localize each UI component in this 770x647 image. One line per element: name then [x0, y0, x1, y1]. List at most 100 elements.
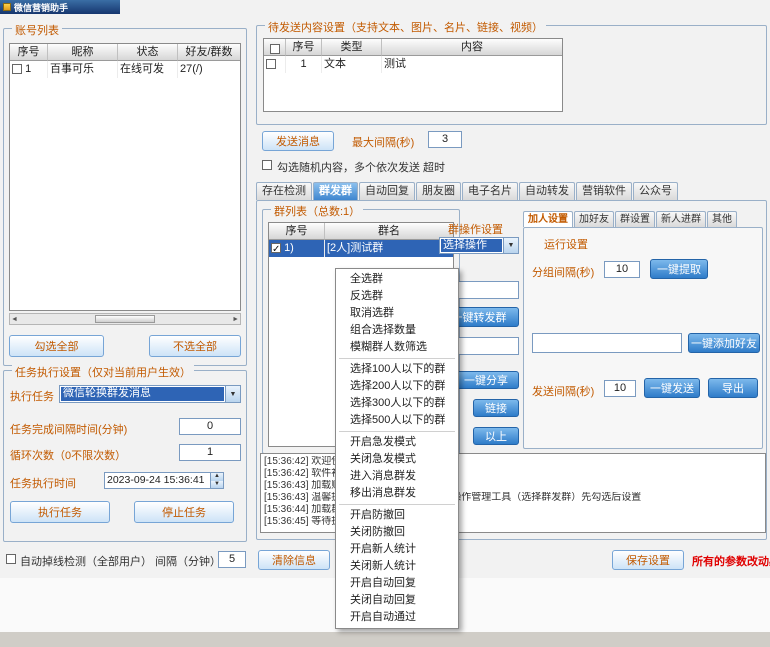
group-checkbox[interactable]: [271, 243, 281, 253]
scroll-right-icon[interactable]: ►: [232, 316, 239, 323]
tab-add-people[interactable]: 加人设置: [523, 211, 573, 227]
stop-task-button[interactable]: 停止任务: [134, 501, 234, 523]
menu-item[interactable]: 开启自动通过: [336, 609, 458, 626]
send-message-button[interactable]: 发送消息: [262, 131, 334, 151]
ops-share-button[interactable]: 一键分享: [453, 371, 519, 389]
menu-item[interactable]: 模糊群人数筛选: [336, 339, 458, 356]
accounts-panel: 账号列表 序号 昵称 状态 好友/群数 1 百事可乐 在线可发 27(/) ◄ …: [3, 28, 247, 366]
loop-count-input[interactable]: 1: [179, 444, 241, 461]
menu-item[interactable]: 开启新人统计: [336, 541, 458, 558]
max-interval-input[interactable]: 3: [428, 131, 462, 148]
tab-auto-reply[interactable]: 自动回复: [359, 182, 415, 200]
clear-info-button[interactable]: 清除信息: [258, 550, 330, 570]
tab-exist-check[interactable]: 存在检测: [256, 182, 312, 200]
task-panel-title: 任务执行设置（仅对当前用户生效）: [12, 364, 194, 380]
menu-item[interactable]: 选择300人以下的群: [336, 395, 458, 412]
col-num: 序号: [10, 44, 48, 61]
check-all-button[interactable]: 勾选全部: [9, 335, 104, 357]
uncheck-all-button[interactable]: 不选全部: [149, 335, 241, 357]
group-name: [2人]测试群: [325, 240, 453, 257]
menu-item[interactable]: 关闭急发模式: [336, 451, 458, 468]
menu-item[interactable]: 关闭防撤回: [336, 524, 458, 541]
scroll-thumb[interactable]: [95, 315, 155, 323]
menu-item[interactable]: 进入消息群发: [336, 468, 458, 485]
tab-ecard[interactable]: 电子名片: [462, 182, 518, 200]
chevron-down-icon[interactable]: ▼: [503, 238, 518, 253]
add-friend-button[interactable]: 一键添加好友: [688, 333, 760, 353]
one-key-send-button[interactable]: 一键发送: [644, 378, 700, 398]
col-select: [264, 39, 286, 56]
accounts-table: 序号 昵称 状态 好友/群数 1 百事可乐 在线可发 27(/): [9, 43, 241, 311]
exec-task-combobox[interactable]: 微信轮换群发消息 ▼: [59, 385, 241, 403]
friend-input[interactable]: [532, 333, 682, 353]
chevron-down-icon[interactable]: ▼: [225, 386, 240, 402]
titlebar[interactable]: 微信营销助手: [0, 0, 120, 14]
account-nick: 百事可乐: [48, 61, 118, 78]
task-time-picker[interactable]: 2023-09-24 15:36:41 ▲▼: [104, 472, 224, 489]
menu-item[interactable]: 反选群: [336, 288, 458, 305]
exec-task-label: 执行任务: [10, 388, 54, 404]
spinner-icon[interactable]: ▲▼: [210, 473, 223, 488]
export-button[interactable]: 导出: [708, 378, 758, 398]
tab-group-send[interactable]: 群发群: [313, 182, 358, 200]
col-count: 好友/群数: [178, 44, 240, 61]
col-name: 群名: [325, 223, 453, 240]
ops-link-button[interactable]: 链接: [473, 399, 519, 417]
menu-item[interactable]: 开启防撤回: [336, 507, 458, 524]
save-settings-button[interactable]: 保存设置: [612, 550, 684, 570]
content-row[interactable]: 1 文本 测试: [264, 56, 562, 73]
menu-item[interactable]: 全选群: [336, 271, 458, 288]
content-checkbox[interactable]: [266, 59, 276, 69]
run-task-button[interactable]: 执行任务: [10, 501, 110, 523]
random-content-checkbox[interactable]: [262, 160, 272, 170]
settings-panel: 运行设置 分组间隔(秒) 10 一键提取 一键添加好友 发送间隔(秒) 10 一…: [523, 227, 763, 449]
select-all-checkbox[interactable]: [270, 44, 280, 54]
menu-item[interactable]: 选择100人以下的群: [336, 361, 458, 378]
warning-text: 所有的参数改动必须保存: [692, 553, 770, 569]
auto-check-interval-input[interactable]: 5: [218, 551, 246, 568]
send-interval-input[interactable]: 10: [604, 380, 636, 397]
tab-auto-forward[interactable]: 自动转发: [519, 182, 575, 200]
tab-official-account[interactable]: 公众号: [633, 182, 678, 200]
auto-check-checkbox[interactable]: [6, 554, 16, 564]
menu-item[interactable]: 组合选择数量: [336, 322, 458, 339]
menu-item[interactable]: 选择500人以下的群: [336, 412, 458, 429]
tab-add-friend[interactable]: 加好友: [574, 211, 614, 227]
group-ops-combobox[interactable]: 选择操作 ▼: [439, 237, 519, 254]
accounts-panel-title: 账号列表: [12, 22, 62, 38]
group-interval-label: 分组间隔(秒): [532, 264, 594, 280]
loop-count-label: 循环次数（0不限次数）: [10, 447, 126, 463]
tab-other[interactable]: 其他: [707, 211, 737, 227]
menu-item[interactable]: 移出消息群发: [336, 485, 458, 502]
tab-moments[interactable]: 朋友圈: [416, 182, 461, 200]
col-status: 状态: [118, 44, 178, 61]
group-interval-input[interactable]: 10: [604, 261, 640, 278]
scroll-left-icon[interactable]: ◄: [11, 316, 18, 323]
account-row[interactable]: 1 百事可乐 在线可发 27(/): [10, 61, 240, 78]
run-settings-label: 运行设置: [544, 236, 588, 252]
auto-check-label: 自动掉线检测（全部用户） 间隔（分钟）: [20, 553, 221, 569]
menu-item[interactable]: 开启急发模式: [336, 434, 458, 451]
account-count: 27(/): [178, 61, 240, 78]
group-table-header: 序号 群名: [269, 223, 453, 240]
tab-group-setting[interactable]: 群设置: [615, 211, 655, 227]
menu-item[interactable]: 取消选群: [336, 305, 458, 322]
tab-marketing[interactable]: 营销软件: [576, 182, 632, 200]
menu-item[interactable]: 关闭自动回复: [336, 592, 458, 609]
ops-above-button[interactable]: 以上: [473, 427, 519, 445]
task-interval-input[interactable]: 0: [179, 418, 241, 435]
group-row[interactable]: 1) [2人]测试群: [269, 240, 453, 257]
extract-button[interactable]: 一键提取: [650, 259, 708, 279]
tab-newcomer[interactable]: 新人进群: [656, 211, 706, 227]
content-panel-title: 待发送内容设置（支持文本、图片、名片、链接、视频）: [265, 19, 546, 35]
exec-task-value: 微信轮换群发消息: [61, 387, 224, 401]
window-title: 微信营销助手: [14, 1, 68, 14]
taskbar-strip: [0, 632, 770, 647]
menu-item[interactable]: 关闭新人统计: [336, 558, 458, 575]
max-interval-label: 最大间隔(秒): [352, 134, 414, 150]
menu-item[interactable]: 开启自动回复: [336, 575, 458, 592]
accounts-hscrollbar[interactable]: ◄ ►: [9, 313, 241, 325]
account-checkbox[interactable]: [12, 64, 22, 74]
menu-item[interactable]: 选择200人以下的群: [336, 378, 458, 395]
col-num: 序号: [269, 223, 325, 240]
